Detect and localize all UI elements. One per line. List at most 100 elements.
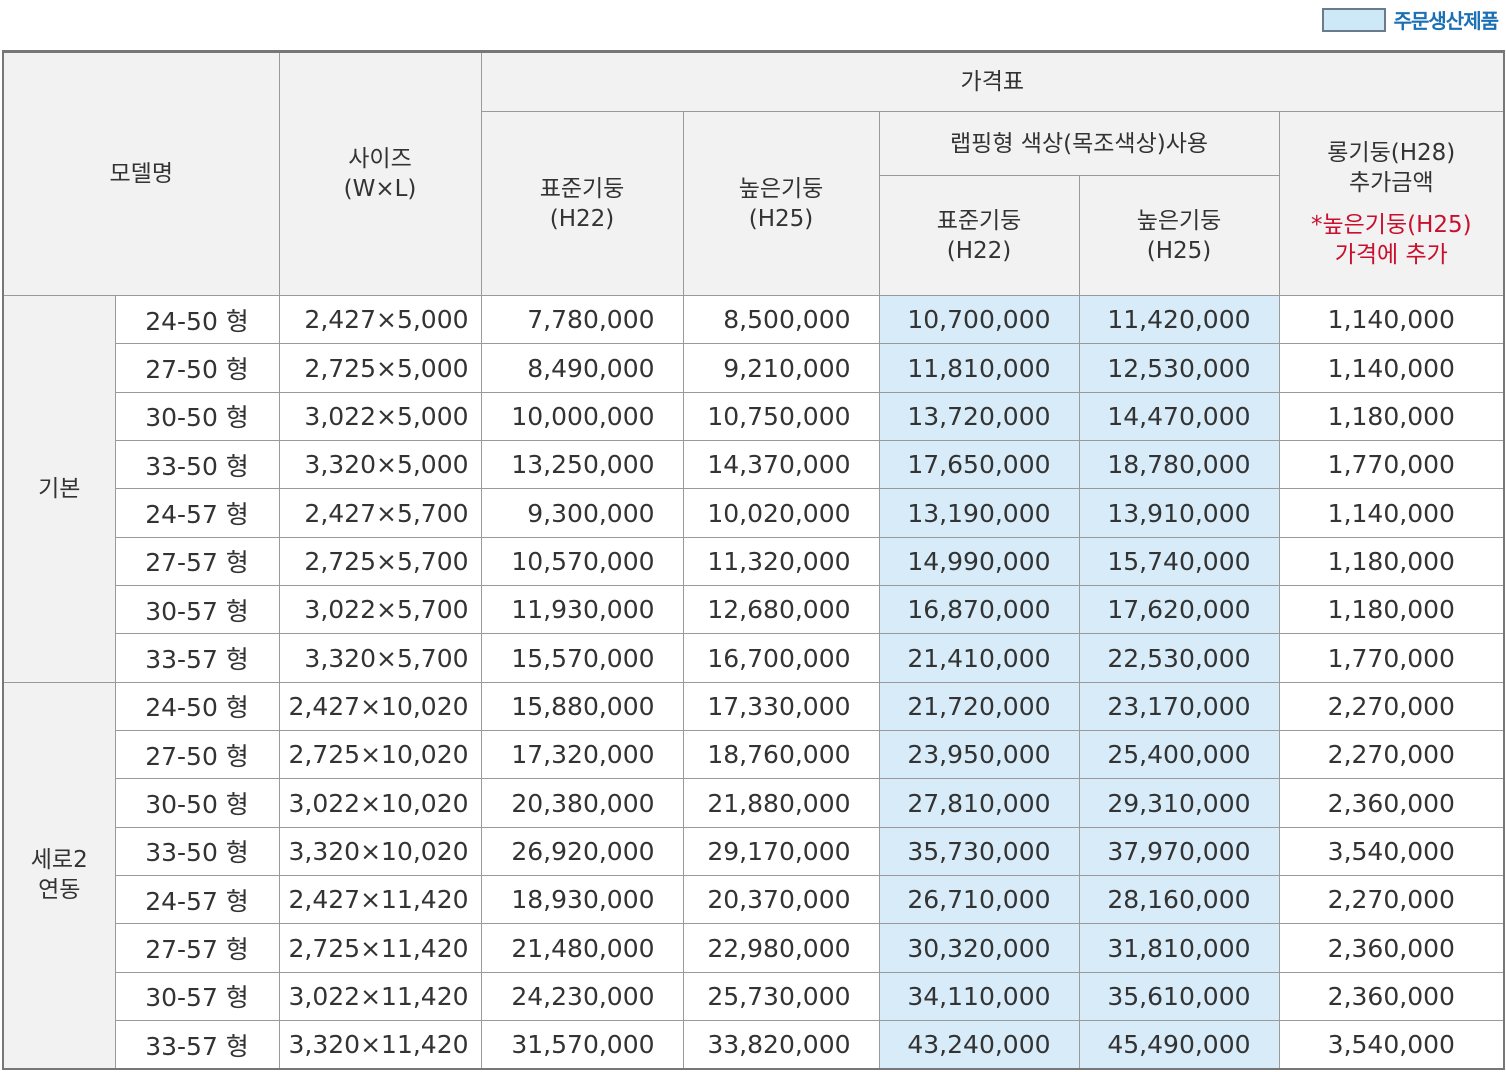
table-row: 33-50 형 3,320×5,000 13,250,000 14,370,000 17… bbox=[3, 440, 1505, 490]
wrap-high-price-cell: 13,910,000 bbox=[1078, 488, 1280, 538]
size-cell: 2,427×11,420 bbox=[278, 875, 482, 925]
wrap-standard-price-cell: 14,990,000 bbox=[878, 536, 1080, 587]
size-cell: 3,320×10,020 bbox=[278, 826, 482, 877]
standard-price-cell: 18,930,000 bbox=[480, 875, 684, 925]
wrap-standard-price-cell: 34,110,000 bbox=[878, 971, 1080, 1022]
header-wrap-high-line2: (H25) bbox=[1146, 237, 1212, 264]
table-row: 27-57 형 2,725×5,700 10,570,000 11,320,000 14… bbox=[3, 536, 1505, 587]
high-price-cell: 14,370,000 bbox=[682, 440, 880, 490]
long-extra-price-cell: 1,140,000 bbox=[1278, 343, 1505, 393]
group-name-line1: 세로2 bbox=[30, 847, 88, 874]
header-wrap-high-line1: 높은기둥 bbox=[1136, 207, 1222, 234]
standard-price-cell: 13,250,000 bbox=[480, 440, 684, 490]
wrap-standard-price-cell: 11,810,000 bbox=[878, 343, 1080, 393]
model-cell: 30-57 형 bbox=[114, 585, 280, 635]
wrap-standard-price-cell: 17,650,000 bbox=[878, 440, 1080, 490]
long-extra-price-cell: 2,360,000 bbox=[1278, 923, 1505, 973]
wrap-high-price-cell: 14,470,000 bbox=[1078, 391, 1280, 442]
size-cell: 3,022×5,700 bbox=[278, 585, 482, 635]
wrap-high-price-cell: 25,400,000 bbox=[1078, 730, 1280, 780]
high-price-cell: 25,730,000 bbox=[682, 971, 880, 1022]
table-row: 33-57 형 3,320×5,700 15,570,000 16,700,000 21… bbox=[3, 633, 1505, 683]
header-wrap-standard-line2: (H22) bbox=[946, 237, 1012, 264]
standard-price-cell: 10,570,000 bbox=[480, 536, 684, 587]
standard-price-cell: 8,490,000 bbox=[480, 343, 684, 393]
header-long: 롱기둥(H28) 추가금액 *높은기둥(H25) 가격에 추가 bbox=[1278, 111, 1505, 296]
size-cell: 3,022×11,420 bbox=[278, 971, 482, 1022]
high-price-cell: 29,170,000 bbox=[682, 826, 880, 877]
model-cell: 27-50 형 bbox=[114, 730, 280, 780]
standard-price-cell: 11,930,000 bbox=[480, 585, 684, 635]
model-cell: 30-50 형 bbox=[114, 778, 280, 828]
high-price-cell: 8,500,000 bbox=[682, 294, 880, 345]
table-row: 27-57 형 2,725×11,420 21,480,000 22,980,000 3… bbox=[3, 923, 1505, 973]
header-size: 사이즈 (W×L) bbox=[278, 51, 482, 296]
long-extra-price-cell: 1,770,000 bbox=[1278, 633, 1505, 683]
long-extra-price-cell: 2,270,000 bbox=[1278, 681, 1505, 732]
wrap-standard-price-cell: 10,700,000 bbox=[878, 294, 1080, 345]
header-model: 모델명 bbox=[2, 51, 280, 296]
high-price-cell: 12,680,000 bbox=[682, 585, 880, 635]
high-price-cell: 17,330,000 bbox=[682, 681, 880, 732]
header-standard-line2: (H22) bbox=[549, 205, 615, 232]
standard-price-cell: 17,320,000 bbox=[480, 730, 684, 780]
wrap-high-price-cell: 31,810,000 bbox=[1078, 923, 1280, 973]
size-cell: 2,725×5,700 bbox=[278, 536, 482, 587]
header-standard-line1: 표준기둥 bbox=[539, 175, 625, 202]
standard-price-cell: 31,570,000 bbox=[480, 1020, 684, 1070]
standard-price-cell: 20,380,000 bbox=[480, 778, 684, 828]
header-price-table: 가격표 bbox=[480, 51, 1505, 112]
table-row: 27-50 형 2,725×5,000 8,490,000 9,210,000 11,8… bbox=[3, 343, 1505, 393]
model-cell: 33-57 형 bbox=[114, 1020, 280, 1070]
wrap-high-price-cell: 22,530,000 bbox=[1078, 633, 1280, 683]
model-cell: 30-57 형 bbox=[114, 971, 280, 1022]
header-long-note-line2: 가격에 추가 bbox=[1334, 241, 1448, 268]
size-cell: 3,320×5,700 bbox=[278, 633, 482, 683]
header-high: 높은기둥 (H25) bbox=[682, 111, 880, 296]
wrap-high-price-cell: 23,170,000 bbox=[1078, 681, 1280, 732]
long-extra-price-cell: 2,360,000 bbox=[1278, 778, 1505, 828]
high-price-cell: 11,320,000 bbox=[682, 536, 880, 587]
size-cell: 2,427×10,020 bbox=[278, 681, 482, 732]
wrap-standard-price-cell: 26,710,000 bbox=[878, 875, 1080, 925]
table-row: 33-57 형 3,320×11,420 31,570,000 33,820,000 4… bbox=[3, 1020, 1505, 1070]
standard-price-cell: 9,300,000 bbox=[480, 488, 684, 538]
model-cell: 33-50 형 bbox=[114, 826, 280, 877]
high-price-cell: 16,700,000 bbox=[682, 633, 880, 683]
table-row: 33-50 형 3,320×10,020 26,920,000 29,170,000 3… bbox=[3, 826, 1505, 877]
standard-price-cell: 15,880,000 bbox=[480, 681, 684, 732]
model-cell: 33-57 형 bbox=[114, 633, 280, 683]
header-wrap-standard-line1: 표준기둥 bbox=[936, 207, 1022, 234]
header-high-line2: (H25) bbox=[748, 205, 814, 232]
wrap-high-price-cell: 29,310,000 bbox=[1078, 778, 1280, 828]
legend-swatch bbox=[1321, 7, 1386, 32]
group-name-line1: 기본 bbox=[38, 475, 81, 502]
size-cell: 3,022×5,000 bbox=[278, 391, 482, 442]
table-row: 30-50 형 3,022×10,020 20,380,000 21,880,000 2… bbox=[3, 778, 1505, 828]
size-cell: 2,427×5,000 bbox=[278, 294, 482, 345]
size-cell: 2,725×11,420 bbox=[278, 923, 482, 973]
high-price-cell: 20,370,000 bbox=[682, 875, 880, 925]
high-price-cell: 10,750,000 bbox=[682, 391, 880, 442]
model-cell: 33-50 형 bbox=[114, 440, 280, 490]
long-extra-price-cell: 1,770,000 bbox=[1278, 440, 1505, 490]
high-price-cell: 22,980,000 bbox=[682, 923, 880, 973]
legend-label: 주문생산제품 bbox=[1393, 9, 1499, 33]
high-price-cell: 18,760,000 bbox=[682, 730, 880, 780]
header-wrap-high: 높은기둥 (H25) bbox=[1078, 175, 1280, 296]
model-cell: 24-50 형 bbox=[114, 681, 280, 732]
model-cell: 24-57 형 bbox=[114, 875, 280, 925]
long-extra-price-cell: 2,360,000 bbox=[1278, 971, 1505, 1022]
long-extra-price-cell: 3,540,000 bbox=[1278, 826, 1505, 877]
table-row: 24-57 형 2,427×11,420 18,930,000 20,370,000 2… bbox=[3, 875, 1505, 925]
size-cell: 2,725×5,000 bbox=[278, 343, 482, 393]
header-high-line1: 높은기둥 bbox=[738, 175, 824, 202]
model-cell: 24-50 형 bbox=[114, 294, 280, 345]
wrap-standard-price-cell: 21,410,000 bbox=[878, 633, 1080, 683]
header-wrap-standard: 표준기둥 (H22) bbox=[878, 175, 1080, 296]
group-name: 기본 bbox=[2, 295, 116, 683]
high-price-cell: 10,020,000 bbox=[682, 488, 880, 538]
header-long-note-line1: *높은기둥(H25) bbox=[1310, 211, 1472, 238]
wrap-high-price-cell: 11,420,000 bbox=[1078, 294, 1280, 345]
wrap-standard-price-cell: 27,810,000 bbox=[878, 778, 1080, 828]
